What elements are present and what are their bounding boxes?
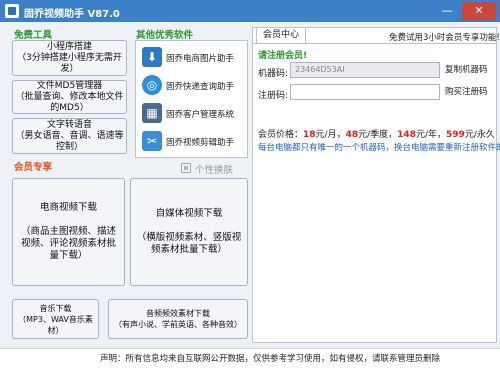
- free-tools-title: 免费工具: [14, 30, 53, 41]
- software-item-video-edit[interactable]: ✂ 固乔视频剪辑助手: [142, 131, 247, 153]
- price-amount: 48: [345, 130, 359, 140]
- price-unit: 元/月，: [315, 130, 346, 140]
- software-item-label: 固乔视频剪辑助手: [166, 138, 235, 148]
- trial-promo-text: 免费试用3小时会员专享功能!: [389, 33, 500, 43]
- grid-icon: ▦: [142, 103, 162, 123]
- other-software-title: 其他优秀软件: [136, 30, 194, 41]
- software-item-express[interactable]: ◎ 固乔快递查询助手: [142, 75, 247, 97]
- buy-reg-code-button[interactable]: 购买注册码: [445, 84, 493, 100]
- price-unit: 元/年，: [415, 130, 447, 140]
- md5-manager-button[interactable]: 文件MD5管理器 （批量查询、修改本地文件的MD5）: [12, 80, 127, 114]
- price-unit: 元/永久: [464, 130, 495, 140]
- download-arrow-icon: ⬇: [142, 47, 162, 67]
- music-download-button[interactable]: 音乐下载 （MP3、WAV音乐素材）: [12, 299, 99, 339]
- software-item-crm[interactable]: ▦ 固乔客户管理系统: [142, 103, 247, 125]
- app-icon: [5, 4, 19, 18]
- software-item-image-helper[interactable]: ⬇ 固乔电商图片助手: [142, 47, 247, 69]
- software-item-label: 固乔快递查询助手: [166, 82, 235, 92]
- express-circle-icon: ◎: [142, 75, 162, 95]
- tab-member-center[interactable]: 会员中心: [256, 27, 306, 43]
- member-title: 会员专享: [14, 162, 53, 173]
- reg-code-label: 注册码:: [258, 91, 289, 101]
- machine-code-field[interactable]: 23464D53AI: [290, 62, 440, 78]
- machine-code-note: 每台电脑都只有唯一的一个机器码，换台电脑需要重新注册软件的»: [258, 143, 500, 153]
- price-amount: 18: [303, 130, 316, 140]
- minimize-button[interactable]: —: [436, 2, 458, 20]
- skin-button[interactable]: 个性换肤: [195, 162, 233, 176]
- title-bar: 固乔视频助手 V87.0 — ✕: [0, 0, 500, 22]
- window-title: 固乔视频助手 V87.0: [24, 9, 120, 20]
- price-unit: 元/季度，: [358, 130, 398, 140]
- software-item-label: 固乔客户管理系统: [166, 110, 235, 120]
- other-software-panel: ⬇ 固乔电商图片助手 ◎ 固乔快递查询助手 ▦ 固乔客户管理系统 ✂ 固乔视频剪…: [135, 40, 248, 158]
- software-item-label: 固乔电商图片助手: [166, 54, 235, 64]
- media-video-download-button[interactable]: 自媒体视频下载 （横版视频素材、竖版视频素材批量下载）: [130, 178, 248, 286]
- member-center-panel: 会员中心 免费试用3小时会员专享功能! 请注册会员! 机器码: 23464D53…: [252, 27, 500, 343]
- register-hint: 请注册会员!: [258, 51, 308, 61]
- member-prices: 会员价格：18元/月，48元/季度，148元/年，599元/永久: [258, 127, 495, 140]
- close-button[interactable]: ✕: [462, 2, 496, 20]
- machine-code-label: 机器码:: [258, 69, 289, 79]
- text-to-speech-button[interactable]: 文字转语音 （男女语音、音调、语速等控制）: [12, 118, 127, 154]
- ecommerce-video-download-button[interactable]: 电商视频下载 （商品主图视频、描述视频、评论视频素材批量下载）: [12, 178, 125, 286]
- price-amount: 148: [397, 130, 416, 140]
- price-amount: 599: [446, 130, 465, 140]
- reg-code-field[interactable]: [290, 84, 440, 100]
- audio-effects-download-button[interactable]: 音频频效素材下载 （有声小说、学前英语、各种音效）: [108, 299, 248, 339]
- price-label: 会员价格：: [258, 130, 304, 140]
- disclaimer-statusbar: 声明：所有信息均来自互联网公开数据，仅供参考学习使用，如有侵权，请联系管理员删除: [0, 348, 500, 370]
- skin-icon[interactable]: [181, 163, 191, 173]
- copy-machine-code-button[interactable]: 复制机器码: [445, 62, 493, 78]
- scissors-icon: ✂: [142, 131, 162, 151]
- mini-program-button[interactable]: 小程序搭建 （3分钟搭建小程序无需开发）: [12, 40, 127, 76]
